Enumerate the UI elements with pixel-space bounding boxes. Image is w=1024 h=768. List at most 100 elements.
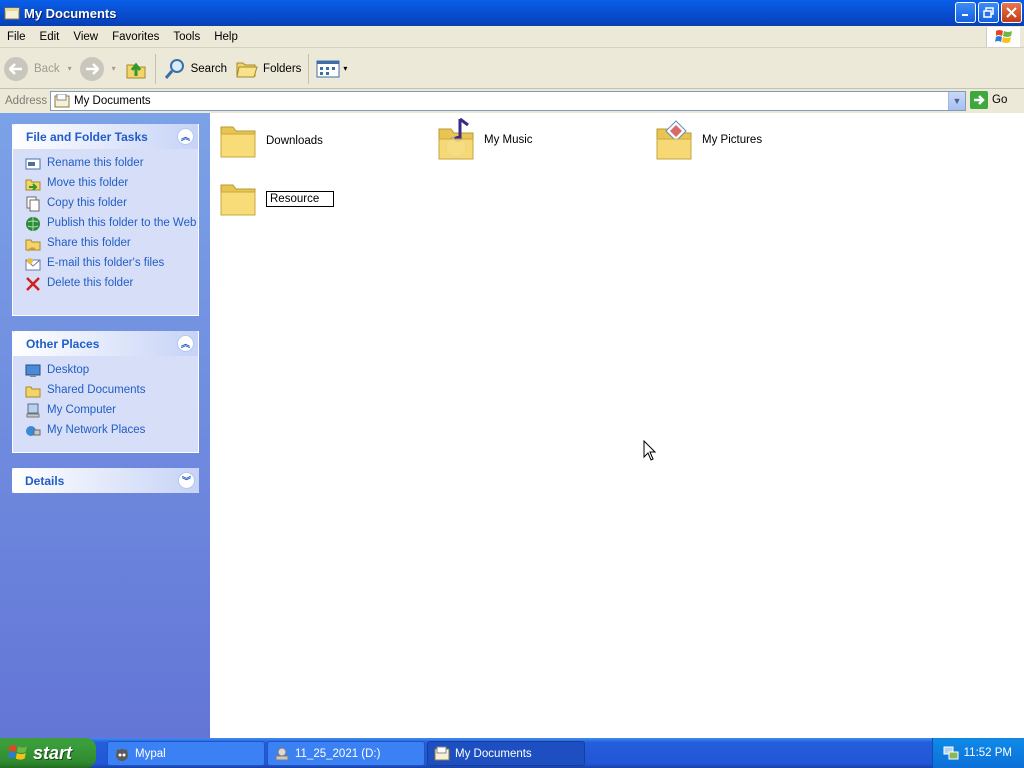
mypal-browser-icon xyxy=(116,748,128,761)
forward-button[interactable]: ▾ xyxy=(76,52,120,86)
collapse-icon[interactable]: ︽ xyxy=(177,335,194,352)
minimize-icon xyxy=(962,14,968,16)
maximize-button[interactable] xyxy=(978,2,999,23)
views-icon xyxy=(316,60,340,77)
address-input[interactable]: My Documents ▼ xyxy=(50,91,966,111)
other-places-header[interactable]: Other Places ︽ xyxy=(13,331,198,356)
start-button[interactable]: start xyxy=(0,738,96,768)
menu-view[interactable]: View xyxy=(66,31,105,43)
views-button[interactable]: ▾ xyxy=(312,52,351,86)
chevron-down-icon: ▾ xyxy=(343,64,348,73)
folder-icon xyxy=(220,184,256,216)
mouse-cursor-icon xyxy=(643,440,657,461)
restore-icon xyxy=(983,7,994,18)
network-icon xyxy=(26,426,41,436)
details-header[interactable]: Details ︾ xyxy=(12,468,199,493)
windows-flag-icon xyxy=(8,745,27,760)
go-arrow-icon xyxy=(970,91,988,109)
taskbar: start Mypal 11_25_2021 (D:) My Documents… xyxy=(0,738,1024,768)
place-label: Desktop xyxy=(47,364,90,376)
place-my-computer[interactable]: My Computer xyxy=(25,403,198,423)
place-my-network-places[interactable]: My Network Places xyxy=(25,423,198,443)
drive-icon xyxy=(275,747,289,760)
task-label: Publish this folder to the Web xyxy=(47,217,197,229)
music-folder-icon xyxy=(438,117,474,160)
menu-favorites[interactable]: Favorites xyxy=(105,31,166,43)
address-label: Address xyxy=(5,95,48,107)
explorer-window: My Documents File Edit View Favorites To… xyxy=(0,0,1024,738)
start-label: start xyxy=(33,742,73,763)
window-title: My Documents xyxy=(24,5,117,21)
task-label: Copy this folder xyxy=(47,197,127,209)
task-rename-folder[interactable]: Rename this folder xyxy=(25,156,198,176)
search-button[interactable]: Search xyxy=(159,52,231,86)
menu-file[interactable]: File xyxy=(0,31,33,43)
task-delete-folder[interactable]: Delete this folder xyxy=(25,276,198,296)
task-copy-folder[interactable]: Copy this folder xyxy=(25,196,198,216)
pictures-folder-icon xyxy=(656,120,692,160)
toolbar-separator xyxy=(154,53,156,84)
address-dropdown-button[interactable]: ▼ xyxy=(948,92,965,110)
search-label: Search xyxy=(190,62,228,75)
minimize-button[interactable] xyxy=(955,2,976,23)
menu-help[interactable]: Help xyxy=(207,31,245,43)
taskbar-item-drive[interactable]: 11_25_2021 (D:) xyxy=(267,741,425,766)
my-documents-icon xyxy=(54,94,70,108)
globe-icon xyxy=(26,217,40,231)
place-shared-documents[interactable]: Shared Documents xyxy=(25,383,198,403)
file-folder-tasks-title: File and Folder Tasks xyxy=(26,129,148,144)
task-publish-folder[interactable]: Publish this folder to the Web xyxy=(25,216,198,236)
taskbar-item-my-documents[interactable]: My Documents xyxy=(427,741,585,766)
task-label: Rename this folder xyxy=(47,157,144,169)
task-email-files[interactable]: E-mail this folder's files xyxy=(25,256,198,276)
collapse-icon[interactable]: ︽ xyxy=(177,128,194,145)
folder-item-resource[interactable]: Resource xyxy=(218,179,334,219)
go-button[interactable]: Go xyxy=(970,91,1007,109)
menu-edit[interactable]: Edit xyxy=(33,31,67,43)
clock[interactable]: 11:52 PM xyxy=(964,747,1012,759)
task-move-folder[interactable]: Move this folder xyxy=(25,176,198,196)
folder-up-icon xyxy=(126,62,146,78)
folders-button[interactable]: Folders xyxy=(231,52,305,86)
details-title: Details xyxy=(25,473,65,488)
title-bar[interactable]: My Documents xyxy=(0,0,1024,26)
folder-item-my-pictures[interactable]: My Pictures xyxy=(654,117,762,163)
folder-label: My Music xyxy=(484,134,533,146)
computer-icon xyxy=(26,403,40,418)
folders-icon xyxy=(236,62,258,77)
task-label: 11_25_2021 (D:) xyxy=(295,747,381,760)
folder-label: Downloads xyxy=(266,135,323,147)
place-label: My Computer xyxy=(47,404,117,416)
standard-toolbar: Back ▾ ▾ Search Folders ▾ xyxy=(0,49,1024,89)
taskbar-item-mypal[interactable]: Mypal xyxy=(107,741,265,766)
chevron-down-icon: ▾ xyxy=(111,64,116,73)
back-button[interactable]: Back ▾ xyxy=(0,52,76,86)
share-folder-icon xyxy=(25,239,41,252)
folder-window-icon xyxy=(4,7,20,20)
folder-item-my-music[interactable]: My Music xyxy=(436,117,533,163)
network-tray-icon[interactable] xyxy=(943,745,959,761)
menu-tools[interactable]: Tools xyxy=(166,31,207,43)
task-label: Move this folder xyxy=(47,177,129,189)
folder-item-downloads[interactable]: Downloads xyxy=(218,121,323,161)
file-folder-tasks-panel: File and Folder Tasks ︽ Rename this fold… xyxy=(12,124,199,316)
move-folder-icon xyxy=(25,179,41,191)
go-label: Go xyxy=(992,94,1008,106)
task-share-folder[interactable]: Share this folder xyxy=(25,236,198,256)
task-label: Mypal xyxy=(135,747,166,760)
chevron-down-icon: ▼ xyxy=(952,96,962,106)
windows-logo-icon xyxy=(986,27,1020,47)
task-label: Share this folder xyxy=(47,237,131,249)
email-icon xyxy=(25,258,41,271)
folder-icon xyxy=(220,126,256,158)
file-folder-tasks-header[interactable]: File and Folder Tasks ︽ xyxy=(13,124,198,149)
place-desktop[interactable]: Desktop xyxy=(25,363,198,383)
toolbar-separator xyxy=(308,53,310,84)
rename-input[interactable]: Resource xyxy=(266,191,334,207)
close-button[interactable] xyxy=(1001,2,1022,23)
folder-icon xyxy=(25,386,41,398)
system-tray: 11:52 PM xyxy=(932,738,1024,768)
up-folder-button[interactable] xyxy=(120,52,152,86)
search-icon xyxy=(164,58,184,79)
expand-icon[interactable]: ︾ xyxy=(178,472,195,489)
